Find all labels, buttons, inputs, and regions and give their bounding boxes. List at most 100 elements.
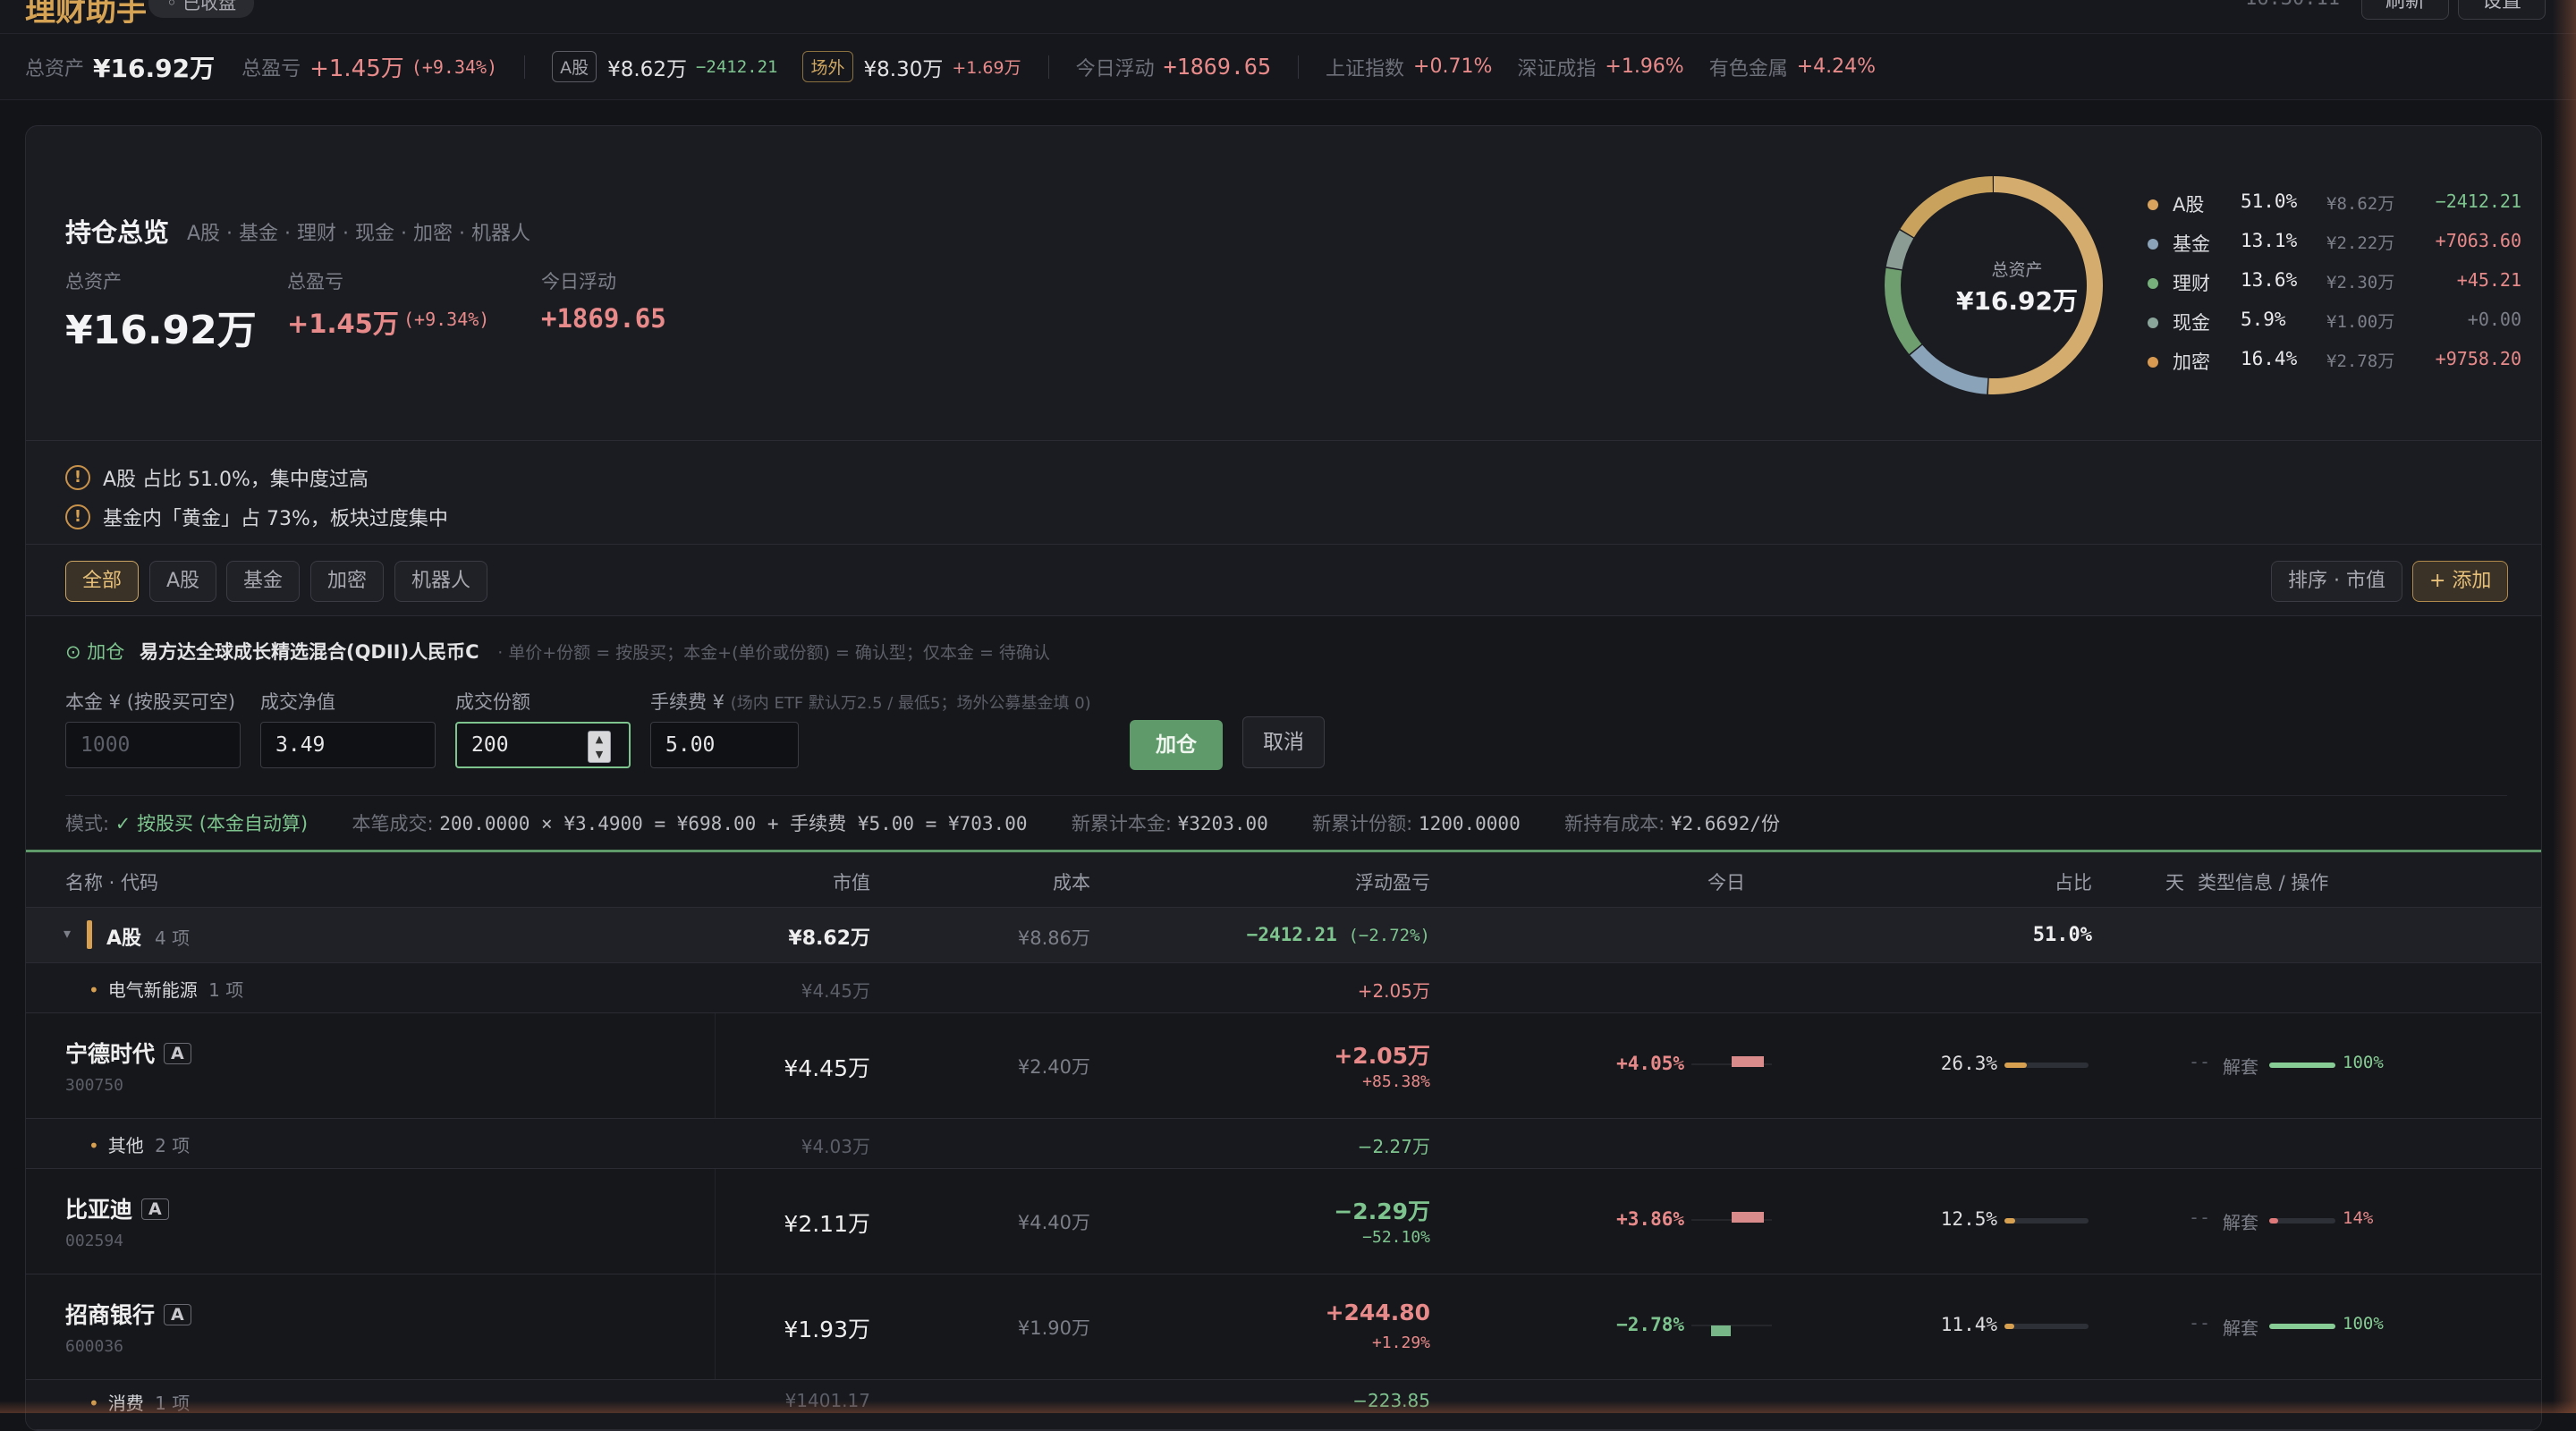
share-bar-fill [2004, 1324, 2014, 1329]
holding-market-value: ¥4.45万 [706, 1051, 870, 1083]
subgroup-pnl: −223.85 [1189, 1390, 1430, 1411]
share-bar [2004, 1063, 2089, 1068]
refresh-button[interactable]: 刷新 [2361, 0, 2449, 20]
summary-pnl-value: +1.45万 [309, 50, 404, 83]
overview-subtitle: A股 · 基金 · 理财 · 现金 · 加密 · 机器人 [187, 217, 530, 246]
market-badge: A [164, 1304, 191, 1325]
mode-key: 模式: [65, 813, 109, 834]
filter-chip-a-share[interactable]: A股 [149, 561, 216, 602]
subgroup-count: 1 项 [208, 979, 243, 1001]
subgroup-name: •电气新能源 1 项 [89, 976, 243, 1002]
holding-pnl-pct: +1.29% [1189, 1334, 1430, 1352]
stat-pnl-value: +1.45万 [287, 303, 399, 341]
donut-center-label: 总资产 [1940, 257, 2094, 281]
principal-input[interactable] [65, 722, 241, 768]
table-header: 名称 · 代码 市值 成本 浮动盈亏 今日 占比 天 类型信息 / 操作 [26, 852, 2541, 908]
portfolio-panel: 持仓总览 A股 · 基金 · 理财 · 现金 · 加密 · 机器人 总资产 ¥1… [25, 125, 2542, 1431]
warning-item: ! 基金内「黄金」占 73%，板块过度集中 [65, 504, 448, 530]
today-change-bar [1691, 1049, 1772, 1080]
subgroup-row[interactable]: •消费 1 项 ¥1401.17 −223.85 [26, 1380, 2541, 1430]
market-badge: A [141, 1198, 169, 1220]
subgroup-row[interactable]: •其他 2 项 ¥4.03万 −2.27万 [26, 1119, 2541, 1169]
stepper-down-icon[interactable]: ▼ [589, 747, 610, 762]
stat-pnl-pct: (+9.34%) [403, 309, 489, 330]
app-header: 理财助手 ◦ 已收盘 16:30:11 刷新 设置 [0, 0, 2576, 34]
table-row[interactable]: 宁德时代A 300750 ¥4.45万 ¥2.40万 +2.05万 +85.38… [26, 1013, 2541, 1119]
holding-pnl: +244.80 [1189, 1300, 1430, 1325]
stat-today-value: +1869.65 [541, 303, 666, 334]
legend-item[interactable]: A股51.0%¥8.62万−2412.21 [2146, 191, 2521, 217]
holding-share: 12.5% [1904, 1208, 1997, 1230]
unlock-progress-fill [2269, 1063, 2335, 1068]
holding-name-text: 比亚迪 [65, 1197, 132, 1223]
a-share-tag: A股 [552, 51, 597, 82]
col-cost[interactable]: 成本 [920, 868, 1090, 895]
filter-chip-fund[interactable]: 基金 [226, 561, 300, 602]
settings-button[interactable]: 设置 [2458, 0, 2546, 20]
holdings-overview: 持仓总览 A股 · 基金 · 理财 · 现金 · 加密 · 机器人 总资产 ¥1… [26, 126, 2541, 441]
col-days[interactable]: 天 [2165, 868, 2184, 895]
group-pnl: −2412.21 (−2.72%) [1189, 924, 1430, 945]
shares-stepper[interactable]: ▲ ▼ [588, 731, 611, 763]
col-share[interactable]: 占比 [1931, 868, 2092, 895]
today-value: +1869.65 [1164, 54, 1271, 80]
warning-text: A股 占比 51.0%，集中度过高 [103, 463, 369, 492]
fee-label-text: 手续费 ¥ [650, 691, 724, 713]
market-status-text: 已收盘 [182, 0, 236, 13]
new-cost-key: 新持有成本: [1564, 813, 1665, 834]
legend-pct: 5.9% [2241, 309, 2286, 330]
holding-pnl-pct: +85.38% [1189, 1072, 1430, 1091]
filter-chip-crypto[interactable]: 加密 [310, 561, 384, 602]
form-fund-name: 易方达全球成长精选混合(QDII)人民币C [140, 641, 479, 663]
index-change: +0.71% [1413, 55, 1492, 78]
collapse-chevron-icon[interactable]: ▾ [64, 925, 71, 942]
col-pnl[interactable]: 浮动盈亏 [1189, 868, 1430, 895]
group-row-a-share[interactable]: ▾ A股 4 项 ¥8.62万 ¥8.86万 −2412.21 (−2.72%)… [26, 908, 2541, 963]
overview-title: 持仓总览 [65, 212, 169, 250]
legend-item[interactable]: 理财13.6%¥2.30万+45.21 [2146, 269, 2521, 296]
holding-name-text: 招商银行 [65, 1302, 155, 1328]
legend-item[interactable]: 基金13.1%¥2.22万+7063.60 [2146, 230, 2521, 257]
holding-share: 11.4% [1904, 1314, 1997, 1335]
col-market-value[interactable]: 市值 [706, 868, 870, 895]
market-status-tag: ◦ 已收盘 [148, 0, 254, 18]
cancel-button[interactable]: 取消 [1242, 716, 1325, 768]
col-today[interactable]: 今日 [1707, 868, 1745, 895]
holding-today-change: +3.86% [1582, 1208, 1684, 1230]
legend-amount: ¥8.62万 [2326, 191, 2394, 215]
holding-name: 招商银行 A [65, 1298, 191, 1330]
group-share: 51.0% [1931, 924, 2092, 946]
filter-chip-all[interactable]: 全部 [65, 561, 139, 602]
stepper-up-icon[interactable]: ▲ [589, 732, 610, 747]
table-row[interactable]: 招商银行A 600036 ¥1.93万 ¥1.90万 +244.80 +1.29… [26, 1274, 2541, 1380]
window-edge-glow [2553, 0, 2576, 1413]
new-principal-key: 新累计本金: [1072, 813, 1172, 834]
legend-amount: ¥2.78万 [2326, 348, 2394, 372]
group-market-value: ¥8.62万 [706, 922, 870, 951]
share-bar-fill [2004, 1063, 2027, 1068]
today-change-bar [1691, 1205, 1772, 1235]
donut-center-value: ¥16.92万 [1940, 282, 2094, 318]
group-pnl-value: −2412.21 [1247, 924, 1337, 945]
nav-input[interactable] [260, 722, 436, 768]
legend-item[interactable]: 现金5.9%¥1.00万+0.00 [2146, 309, 2521, 335]
calc-value: 200.0000 × ¥3.4900 = ¥698.00 + 手续费 ¥5.00… [439, 813, 1027, 834]
col-name[interactable]: 名称 · 代码 [65, 868, 158, 895]
subgroup-row[interactable]: •电气新能源 1 项 ¥4.45万 +2.05万 [26, 963, 2541, 1013]
legend-name: 基金 [2173, 230, 2210, 257]
today-bar-mark [1711, 1325, 1731, 1336]
add-holding-button[interactable]: + 添加 [2412, 561, 2508, 602]
sort-button[interactable]: 排序 · 市值 [2271, 561, 2402, 602]
legend-change: +0.00 [2468, 309, 2521, 330]
clock: 16:30:11 [2245, 0, 2340, 10]
new-cost-value: ¥2.6692/份 [1671, 813, 1780, 834]
filter-chip-robot[interactable]: 机器人 [394, 561, 487, 602]
share-bar [2004, 1324, 2089, 1329]
share-bar [2004, 1218, 2089, 1224]
table-row[interactable]: 比亚迪A 002594 ¥2.11万 ¥4.40万 −2.29万 −52.10%… [26, 1169, 2541, 1274]
legend-item[interactable]: 加密16.4%¥2.78万+9758.20 [2146, 348, 2521, 375]
principal-label: 本金 ¥ (按股买可空) [65, 688, 235, 715]
fee-input[interactable] [650, 722, 799, 768]
today-bar-mark [1732, 1056, 1764, 1067]
confirm-add-button[interactable]: 加仓 [1130, 720, 1223, 770]
